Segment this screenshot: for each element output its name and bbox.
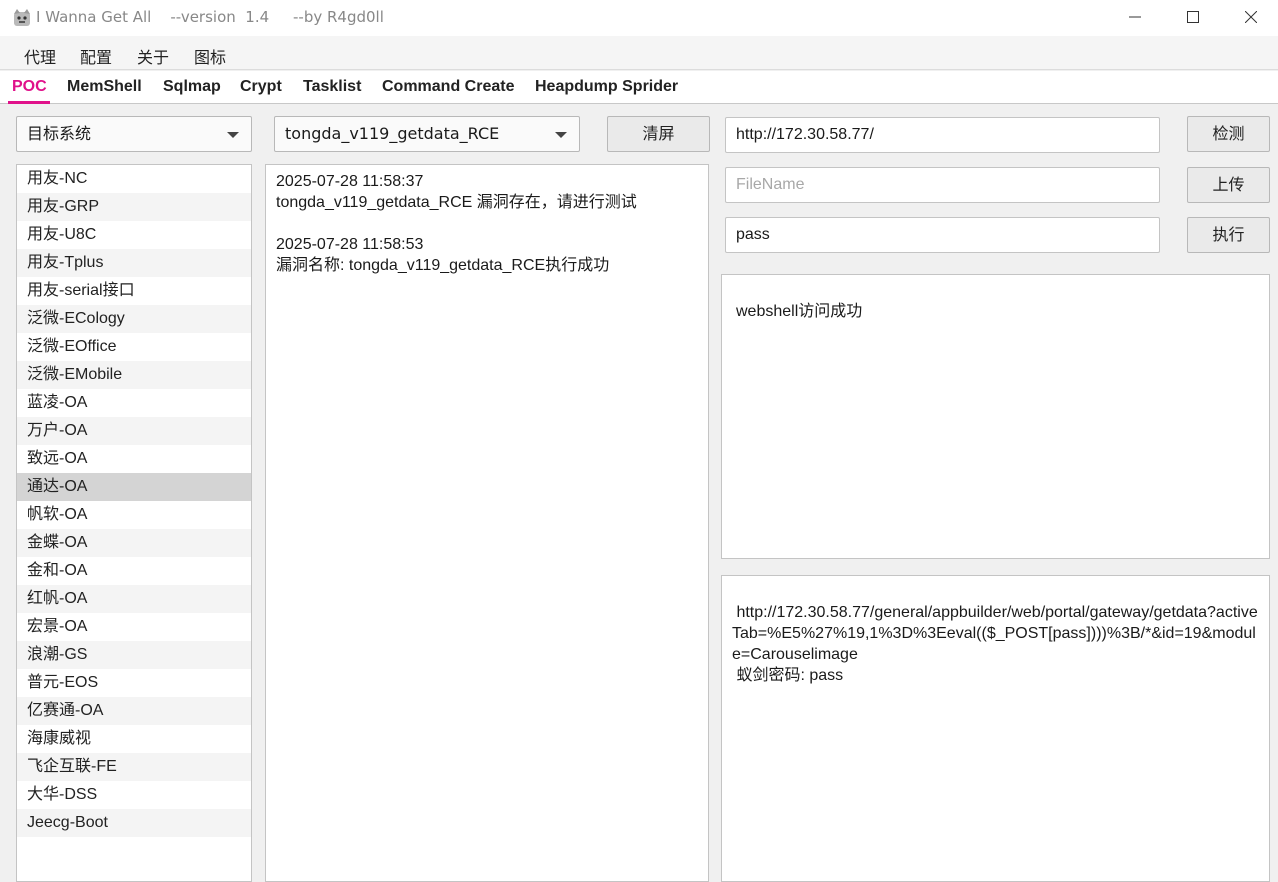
maximize-button[interactable] [1164, 0, 1222, 34]
antsword-password: 蚁剑密码: pass [732, 667, 844, 684]
execute-button[interactable]: 执行 [1187, 217, 1270, 253]
menu-icon[interactable]: 图标 [194, 44, 226, 68]
result-status: webshell访问成功 [736, 303, 863, 320]
minimize-icon [1129, 16, 1141, 18]
webshell-url: http://172.30.58.77/general/appbuilder/w… [732, 604, 1258, 663]
list-item[interactable]: 用友-GRP [17, 193, 251, 221]
list-item[interactable]: 飞企互联-FE [17, 753, 251, 781]
url-input[interactable]: http://172.30.58.77/ [725, 117, 1160, 153]
window-title: I Wanna Get All --version 1.4 --by R4gd0… [36, 8, 384, 26]
list-item[interactable]: 致远-OA [17, 445, 251, 473]
list-item[interactable]: 泛微-ECology [17, 305, 251, 333]
cat-logo-icon [14, 9, 30, 26]
list-item[interactable]: 大华-DSS [17, 781, 251, 809]
list-item[interactable]: 用友-serial接口 [17, 277, 251, 305]
list-item[interactable]: 用友-NC [17, 165, 251, 193]
list-item[interactable]: 亿赛通-OA [17, 697, 251, 725]
list-item[interactable]: 通达-OA [17, 473, 251, 501]
log-message: 漏洞名称: tongda_v119_getdata_RCE执行成功 [276, 257, 610, 274]
list-item[interactable]: 红帆-OA [17, 585, 251, 613]
tab-sqlmap[interactable]: Sqlmap [163, 78, 221, 96]
title-bar: I Wanna Get All --version 1.4 --by R4gd0… [0, 0, 1278, 36]
minimize-button[interactable] [1106, 0, 1164, 34]
target-system-select-label: 目标系统 [27, 124, 92, 143]
list-item[interactable]: 万户-OA [17, 417, 251, 445]
list-item[interactable]: 金和-OA [17, 557, 251, 585]
tab-poc[interactable]: POC [12, 78, 47, 96]
tab-memshell[interactable]: MemShell [67, 78, 142, 96]
list-item[interactable]: 海康威视 [17, 725, 251, 753]
chevron-down-icon [227, 132, 239, 138]
tab-bar: POC MemShell Sqlmap Crypt Tasklist Comma… [0, 71, 1278, 104]
list-item[interactable]: 宏景-OA [17, 613, 251, 641]
target-system-select[interactable]: 目标系统 [16, 116, 252, 152]
tab-tasklist[interactable]: Tasklist [303, 78, 361, 96]
check-button[interactable]: 检测 [1187, 116, 1270, 152]
list-item[interactable]: 浪潮-GS [17, 641, 251, 669]
list-item[interactable]: 用友-Tplus [17, 249, 251, 277]
tab-crypt[interactable]: Crypt [240, 78, 282, 96]
log-timestamp: 2025-07-28 11:58:37 [276, 173, 424, 190]
list-item-empty [17, 837, 251, 865]
password-input[interactable]: pass [725, 217, 1160, 253]
menu-config[interactable]: 配置 [80, 44, 112, 68]
tab-heapdump-sprider[interactable]: Heapdump Sprider [535, 78, 678, 96]
app-window: I Wanna Get All --version 1.4 --by R4gd0… [0, 0, 1278, 882]
menu-about[interactable]: 关于 [137, 44, 169, 68]
close-button[interactable] [1222, 0, 1278, 34]
log-entry: 2025-07-28 11:58:37 tongda_v119_getdata_R… [276, 171, 698, 213]
exploit-select-label: tongda_v119_getdata_RCE [285, 124, 500, 143]
chevron-down-icon [555, 132, 567, 138]
log-message: tongda_v119_getdata_RCE 漏洞存在，请进行测试 [276, 194, 637, 211]
log-output: 2025-07-28 11:58:37 tongda_v119_getdata_R… [265, 164, 709, 882]
list-item[interactable]: 泛微-EMobile [17, 361, 251, 389]
list-item[interactable]: 用友-U8C [17, 221, 251, 249]
maximize-icon [1187, 11, 1199, 23]
log-timestamp: 2025-07-28 11:58:53 [276, 236, 424, 253]
filename-input[interactable]: FileName [725, 167, 1160, 203]
tab-command-create[interactable]: Command Create [382, 78, 514, 96]
result-panel: webshell访问成功 [721, 274, 1270, 559]
menu-bar: 代理 配置 关于 图标 [0, 36, 1278, 70]
close-icon [1245, 11, 1257, 23]
system-list[interactable]: 用友-NC 用友-GRP 用友-U8C 用友-Tplus 用友-serial接口 泛微-E… [16, 164, 252, 882]
exploit-select[interactable]: tongda_v119_getdata_RCE [274, 116, 580, 152]
menu-proxy[interactable]: 代理 [24, 44, 56, 68]
active-tab-indicator [8, 101, 50, 104]
list-item[interactable]: 金蝶-OA [17, 529, 251, 557]
list-item[interactable]: Jeecg-Boot [17, 809, 251, 837]
log-entry: 2025-07-28 11:58:53 漏洞名称: tongda_v119_get… [276, 234, 698, 276]
list-item[interactable]: 蓝凌-OA [17, 389, 251, 417]
webshell-info-panel: http://172.30.58.77/general/appbuilder/w… [721, 575, 1270, 882]
list-item[interactable]: 帆软-OA [17, 501, 251, 529]
clear-button[interactable]: 清屏 [607, 116, 710, 152]
list-item[interactable]: 普元-EOS [17, 669, 251, 697]
list-item[interactable]: 泛微-EOffice [17, 333, 251, 361]
upload-button[interactable]: 上传 [1187, 167, 1270, 203]
